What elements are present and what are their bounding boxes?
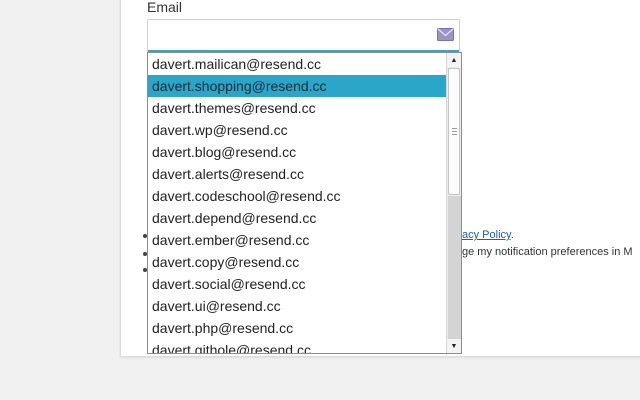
grip-line (452, 128, 457, 129)
list-item[interactable]: davert.blog@resend.cc (148, 141, 446, 163)
list-item[interactable]: davert.ember@resend.cc (148, 229, 446, 251)
grip-line (452, 134, 457, 135)
email-field[interactable] (147, 19, 460, 52)
privacy-policy-link[interactable]: acy Policy (462, 229, 511, 241)
policy-period: . (510, 229, 514, 241)
list-item[interactable]: davert.codeschool@resend.cc (148, 185, 446, 207)
list-item[interactable]: davert.php@resend.cc (148, 317, 446, 339)
list-item[interactable]: davert.alerts@resend.cc (148, 163, 446, 185)
email-autocomplete-dropdown[interactable]: davert.mailican@resend.cc davert.shoppin… (147, 52, 462, 354)
list-item[interactable]: davert.ui@resend.cc (148, 295, 446, 317)
scroll-thumb[interactable] (448, 68, 460, 195)
list-item[interactable]: davert.wp@resend.cc (148, 119, 446, 141)
dropdown-scrollbar[interactable]: ▲ ▼ (446, 53, 461, 353)
scroll-track[interactable] (448, 196, 461, 340)
list-item[interactable]: davert.depend@resend.cc (148, 207, 446, 229)
list-item[interactable]: davert.social@resend.cc (148, 273, 446, 295)
scroll-up-arrow-icon[interactable]: ▲ (447, 53, 461, 67)
scroll-down-arrow-icon[interactable]: ▼ (447, 339, 461, 353)
notification-preferences-text: ge my notification preferences in M (462, 246, 633, 258)
list-item[interactable]: davert.mailican@resend.cc (148, 53, 446, 75)
list-item[interactable]: davert.themes@resend.cc (148, 97, 446, 119)
list-item[interactable]: davert.githole@resend.cc (148, 339, 446, 353)
suggestion-list: davert.mailican@resend.cc davert.shoppin… (148, 53, 446, 353)
list-item[interactable]: davert.copy@resend.cc (148, 251, 446, 273)
email-label: Email (147, 0, 183, 15)
grip-line (452, 131, 457, 132)
policy-text: acy Policy. (462, 229, 514, 241)
envelope-icon (437, 28, 454, 41)
list-item-selected[interactable]: davert.shopping@resend.cc (148, 75, 446, 97)
